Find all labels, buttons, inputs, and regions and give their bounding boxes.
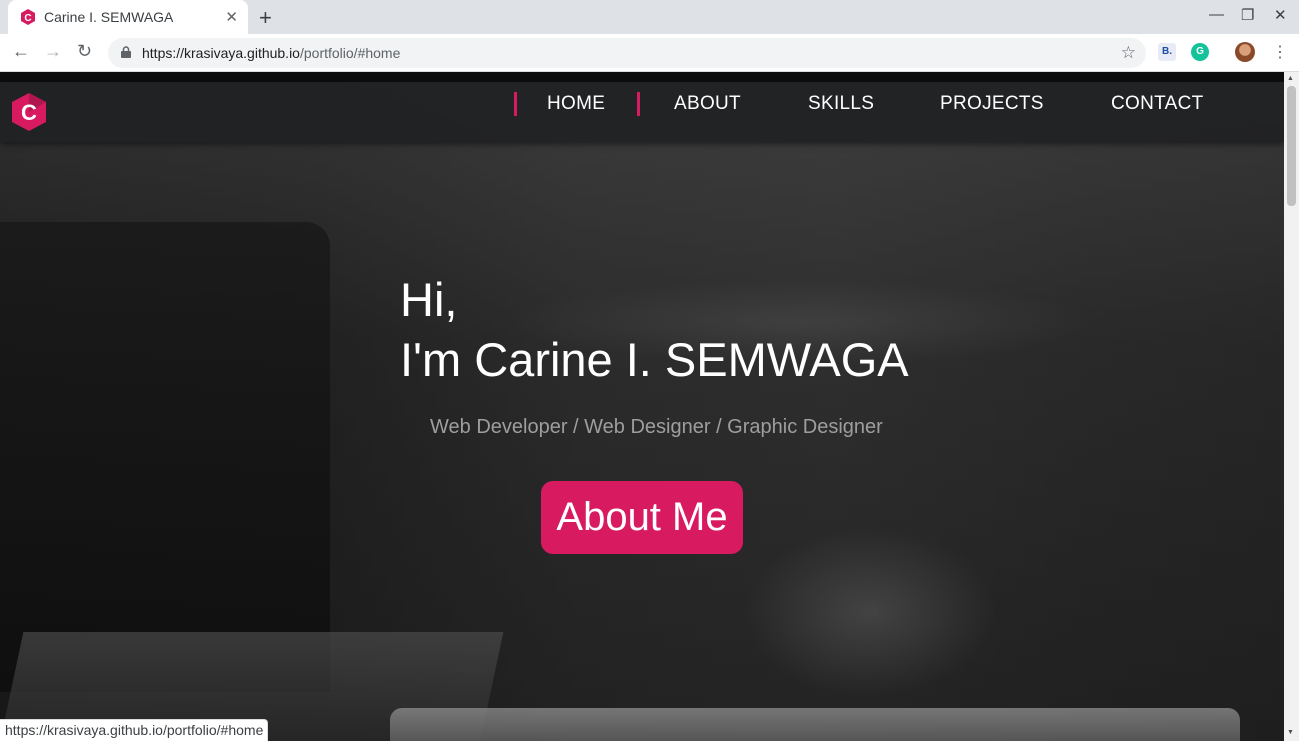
svg-text:C: C <box>24 13 31 24</box>
url-text: https://krasivaya.github.io/portfolio/#h… <box>142 45 400 61</box>
hero-greeting: Hi, <box>400 273 458 326</box>
tab-strip: C Carine I. SEMWAGA ✕ + — ❐ ✕ <box>0 0 1299 34</box>
address-bar[interactable]: https://krasivaya.github.io/portfolio/#h… <box>108 38 1146 68</box>
hero-headline: I'm Carine I. SEMWAGA <box>400 333 909 386</box>
site-logo-icon[interactable]: C <box>10 92 48 132</box>
page-top-strip <box>0 72 1284 82</box>
window-close-icon[interactable]: ✕ <box>1274 6 1287 24</box>
nav-item-contact[interactable]: CONTACT <box>1111 93 1204 115</box>
site-favicon-icon: C <box>21 9 35 25</box>
url-path: /portfolio/#home <box>299 45 401 61</box>
browser-toolbar: ← → ↻ https://krasivaya.github.io/portfo… <box>0 34 1299 72</box>
back-arrow-icon[interactable]: ← <box>12 41 30 62</box>
minimize-icon[interactable]: — <box>1209 6 1224 23</box>
extension-b-icon[interactable]: B. <box>1158 43 1176 61</box>
restore-icon[interactable]: ❐ <box>1241 6 1254 24</box>
background-keyboard-image <box>390 708 1240 741</box>
reload-icon[interactable]: ↻ <box>77 41 92 62</box>
page-scrollbar[interactable]: ▲ ▼ <box>1284 72 1299 741</box>
tab-title: Carine I. SEMWAGA <box>44 9 174 25</box>
grammarly-icon[interactable]: G <box>1191 43 1209 61</box>
url-host: https://krasivaya.github.io <box>142 45 300 61</box>
logo-letter: C <box>21 100 37 125</box>
browser-menu-icon[interactable]: ⋮ <box>1272 42 1288 62</box>
forward-arrow-icon[interactable]: → <box>44 41 62 62</box>
nav-item-projects[interactable]: PROJECTS <box>940 93 1044 115</box>
about-me-button[interactable]: About Me <box>541 481 743 554</box>
page-viewport: C HOME ABOUT SKILLS PROJECTS CONTACT Hi,… <box>0 72 1284 741</box>
nav-item-home[interactable]: HOME <box>547 93 605 115</box>
bookmark-star-icon[interactable]: ☆ <box>1121 43 1136 63</box>
scroll-down-icon[interactable]: ▼ <box>1287 729 1294 736</box>
nav-item-skills[interactable]: SKILLS <box>808 93 874 115</box>
new-tab-button[interactable]: + <box>259 5 272 31</box>
hero-roles: Web Developer / Web Designer / Graphic D… <box>430 416 883 438</box>
tab-close-icon[interactable]: ✕ <box>225 8 238 26</box>
site-navbar: C HOME ABOUT SKILLS PROJECTS CONTACT <box>0 82 1284 142</box>
scroll-thumb[interactable] <box>1287 86 1296 206</box>
profile-avatar[interactable] <box>1235 42 1255 62</box>
nav-active-marker <box>514 92 517 116</box>
status-bar-url: https://krasivaya.github.io/portfolio/#h… <box>0 719 269 741</box>
lock-icon <box>121 46 131 58</box>
scroll-up-icon[interactable]: ▲ <box>1287 75 1294 82</box>
nav-separator-marker <box>637 92 640 116</box>
background-laptop-image <box>0 222 330 692</box>
nav-item-about[interactable]: ABOUT <box>674 93 741 115</box>
browser-tab[interactable]: C Carine I. SEMWAGA ✕ <box>8 0 248 34</box>
